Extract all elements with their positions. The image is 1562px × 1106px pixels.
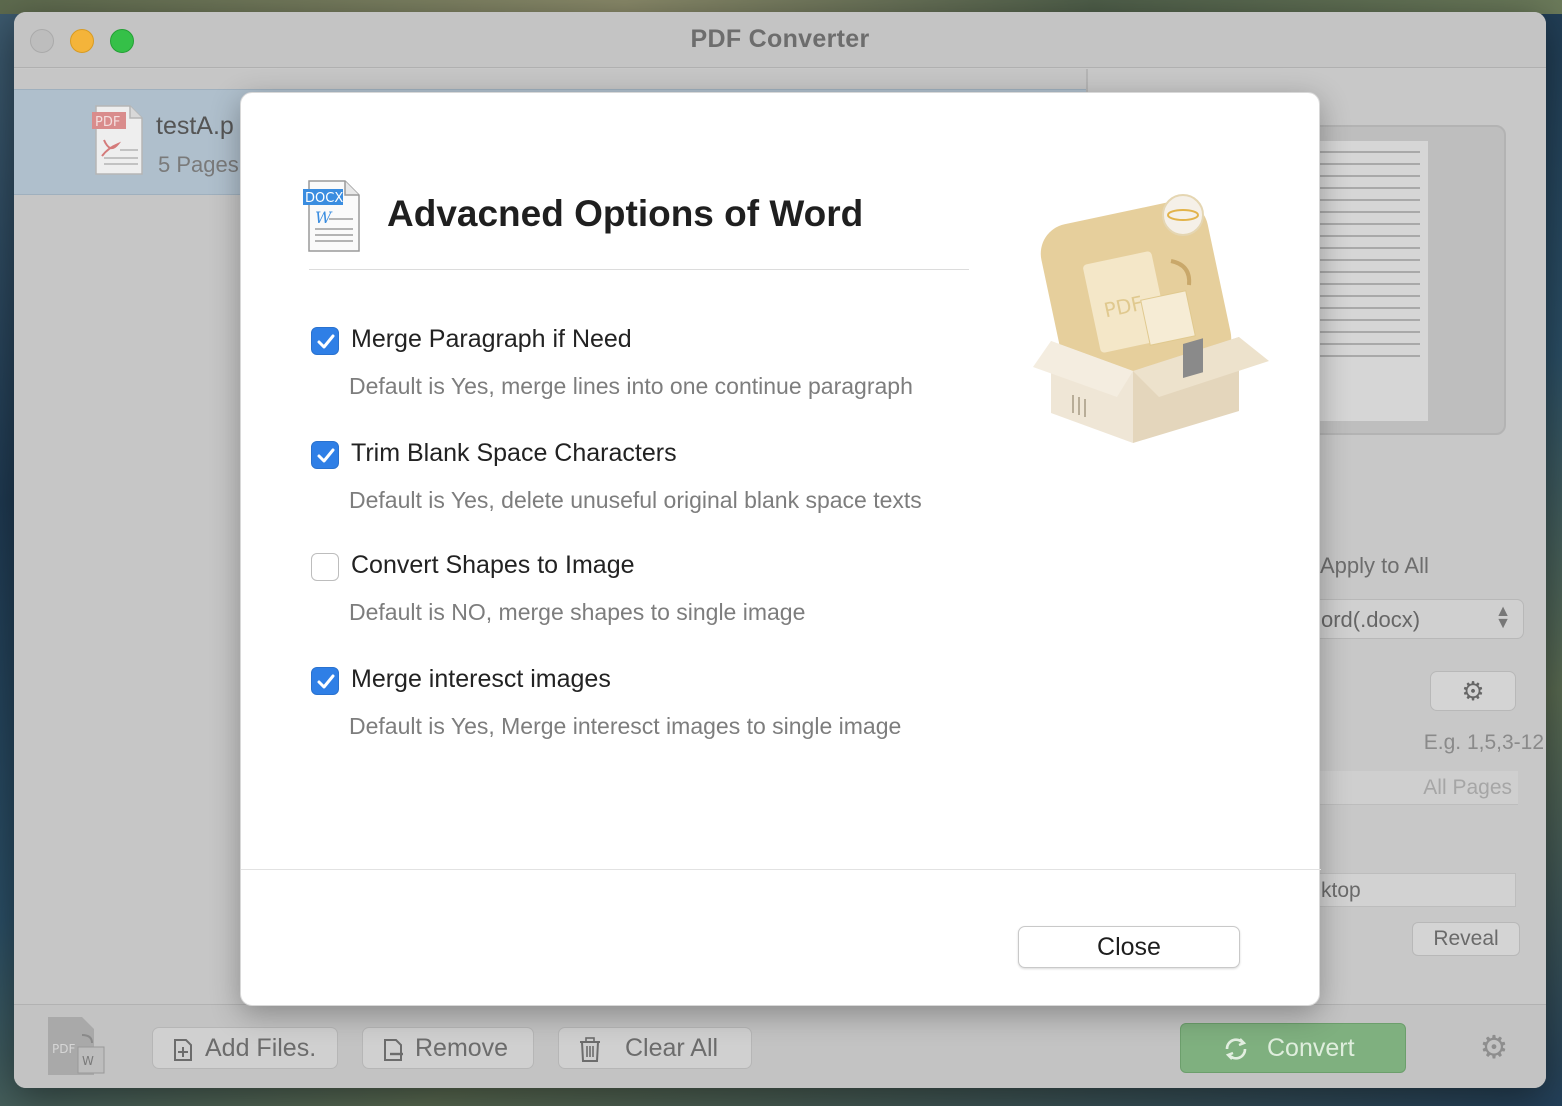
convert-shapes-label[interactable]: Convert Shapes to Image [351,551,635,580]
convert-shapes-description: Default is NO, merge shapes to single im… [349,599,806,625]
docx-file-icon: DOCX W [303,180,360,252]
file-name: testA.p [156,112,234,140]
add-files-button[interactable]: Add Files. [152,1027,338,1069]
convert-shapes-checkbox[interactable] [311,553,339,581]
select-arrows-icon: ▲ ▼ [1495,603,1511,632]
apply-to-all-label[interactable]: Apply to All [1320,553,1429,579]
gear-icon: ⚙ [1461,676,1485,706]
svg-text:W: W [82,1054,94,1068]
remove-button[interactable]: Remove [362,1027,534,1069]
merge-images-label[interactable]: Merge interesct images [351,665,611,694]
dialog-title: Advacned Options of Word [387,193,864,234]
close-button[interactable]: Close [1018,926,1240,968]
preview-thumbnail [1308,141,1428,421]
checkmark-icon [317,448,335,463]
svg-text:PDF: PDF [52,1042,75,1056]
merge-images-description: Default is Yes, Merge interesct images t… [349,713,902,739]
svg-text:W: W [315,208,333,227]
svg-text:PDF: PDF [95,115,120,130]
advanced-options-dialog: DOCX W Advacned Options of Word PDF Merg… [240,92,1321,1006]
trim-blank-space-label[interactable]: Trim Blank Space Characters [351,439,677,468]
footer-divider [241,869,1321,870]
convert-button[interactable]: Convert [1180,1023,1406,1073]
trash-icon [580,1037,600,1062]
convert-label: Convert [1267,1034,1355,1062]
svg-text:DOCX: DOCX [305,191,343,206]
bottom-toolbar: PDF W Add Files. Remove Clear All Conver… [14,1004,1546,1088]
remove-label: Remove [415,1034,509,1062]
app-logo-icon: PDF W [48,1017,105,1075]
title-bar: PDF Converter [14,12,1546,68]
file-page-count: 5 Pages [158,152,239,177]
trim-blank-space-description: Default is Yes, delete unuseful original… [349,487,922,513]
preferences-gear-icon[interactable]: ⚙ [1474,1027,1514,1067]
merge-images-checkbox[interactable] [311,667,339,695]
refresh-icon [1225,1038,1247,1060]
add-files-label: Add Files. [205,1034,317,1062]
merge-paragraph-description: Default is Yes, merge lines into one con… [349,373,913,399]
output-format-value: ord(.docx) [1321,607,1421,632]
checkmark-icon [317,334,335,349]
pdf-converter-box-icon: PDF [1033,194,1269,443]
reveal-button[interactable]: Reveal [1412,922,1520,956]
clear-all-label: Clear All [625,1034,719,1062]
add-file-icon [174,1039,192,1061]
format-settings-button[interactable]: ⚙ [1430,671,1516,711]
merge-paragraph-checkbox[interactable] [311,327,339,355]
window-title: PDF Converter [690,25,870,53]
pdf-file-icon: PDF [92,105,143,175]
checkmark-icon [317,674,335,689]
remove-file-icon [384,1039,403,1061]
clear-all-button[interactable]: Clear All [558,1027,752,1069]
trim-blank-space-checkbox[interactable] [311,441,339,469]
merge-paragraph-label[interactable]: Merge Paragraph if Need [351,325,632,354]
title-divider [309,269,969,270]
